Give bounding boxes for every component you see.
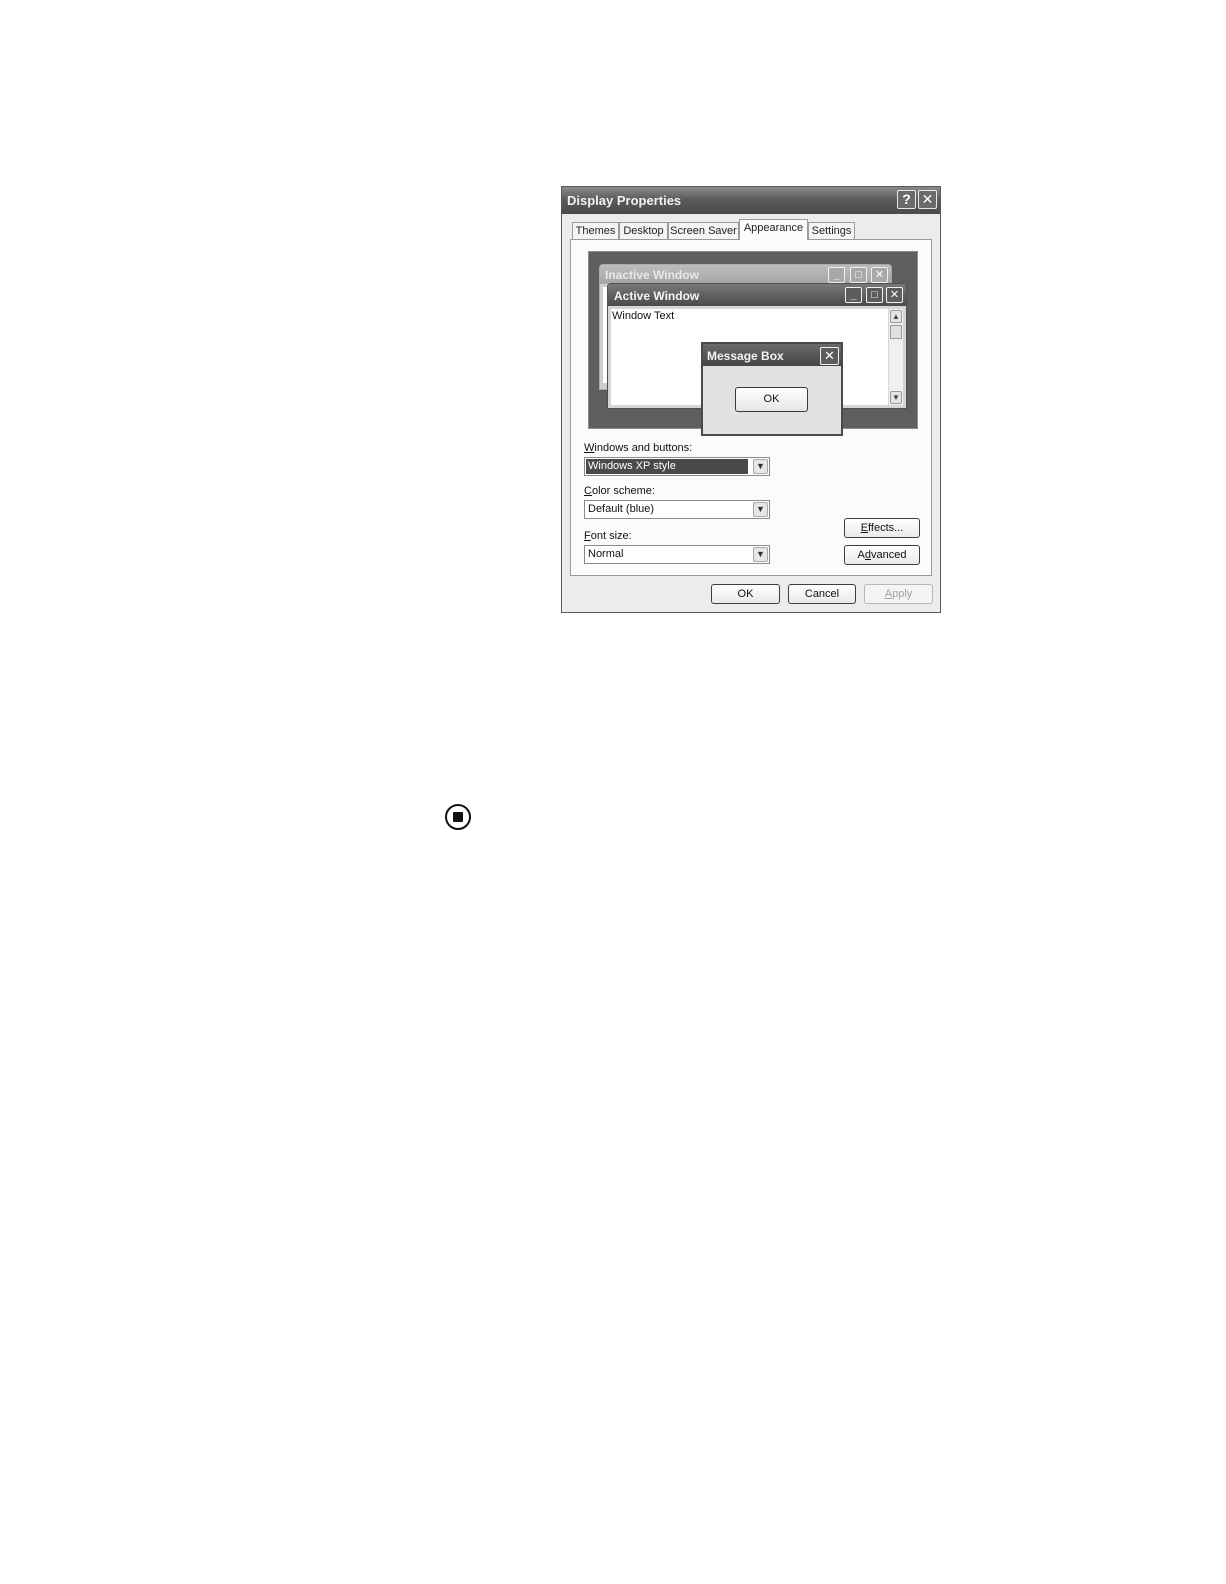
inactive-window-title: Inactive Window: [605, 268, 699, 282]
inactive-titlebar: Inactive Window _ □ ✕: [600, 265, 891, 284]
dialog-titlebar[interactable]: Display Properties ? ✕: [562, 187, 940, 214]
tab-appearance[interactable]: Appearance: [739, 219, 808, 240]
scroll-down-icon: ▼: [890, 391, 902, 404]
apply-button[interactable]: Apply: [864, 584, 933, 604]
message-box-preview: Message Box ✕ OK: [701, 342, 843, 436]
font-size-value: Normal: [588, 548, 624, 560]
minimize-icon: _: [828, 267, 845, 283]
scroll-up-icon: ▲: [890, 310, 902, 323]
dialog-title: Display Properties: [567, 193, 682, 208]
active-window-title: Active Window: [614, 289, 700, 303]
active-window-preview: Active Window _ □ ✕ Window Text ▲ ▼ Mess…: [607, 283, 907, 436]
font-size-select[interactable]: Normal ▼: [584, 545, 770, 564]
close-icon: ✕: [820, 347, 839, 365]
color-scheme-label: Color scheme:: [584, 485, 655, 497]
message-box-ok-button: OK: [735, 387, 808, 412]
help-icon[interactable]: ?: [897, 190, 916, 209]
chevron-down-icon[interactable]: ▼: [753, 459, 768, 474]
chevron-down-icon[interactable]: ▼: [753, 547, 768, 562]
message-box-titlebar: Message Box ✕: [703, 344, 841, 366]
windows-and-buttons-select[interactable]: Windows XP style ▼: [584, 457, 770, 476]
tab-desktop[interactable]: Desktop: [619, 222, 668, 239]
tab-screen-saver[interactable]: Screen Saver: [668, 222, 739, 239]
scroll-thumb: [890, 325, 902, 339]
maximize-icon: □: [850, 267, 867, 283]
tab-themes[interactable]: Themes: [572, 222, 619, 239]
advanced-button[interactable]: Advanced: [844, 545, 920, 565]
color-scheme-select[interactable]: Default (blue) ▼: [584, 500, 770, 519]
window-text-sample: Window Text: [612, 310, 675, 322]
appearance-preview: Inactive Window _ □ ✕ Active Window _ □ …: [588, 251, 918, 436]
ok-button[interactable]: OK: [711, 584, 780, 604]
color-scheme-value: Default (blue): [588, 503, 655, 515]
stop-icon: [445, 804, 471, 830]
appearance-panel: Inactive Window _ □ ✕ Active Window _ □ …: [570, 239, 932, 576]
preview-scrollbar: ▲ ▼: [888, 309, 903, 405]
font-size-label: Font size:: [584, 530, 632, 542]
windows-and-buttons-label: Windows and buttons:: [584, 442, 693, 454]
minimize-icon: _: [845, 287, 862, 303]
message-box-title: Message Box: [707, 349, 784, 363]
display-properties-dialog: Display Properties ? ✕ Themes Desktop Sc…: [561, 186, 941, 613]
maximize-icon: □: [866, 287, 883, 303]
effects-button[interactable]: Effects...: [844, 518, 920, 538]
close-icon: ✕: [886, 287, 903, 303]
windows-and-buttons-value: Windows XP style: [586, 459, 748, 474]
close-icon[interactable]: ✕: [918, 190, 937, 209]
cancel-button[interactable]: Cancel: [788, 584, 856, 604]
active-titlebar: Active Window _ □ ✕: [608, 284, 906, 306]
close-icon: ✕: [871, 267, 888, 283]
chevron-down-icon[interactable]: ▼: [753, 502, 768, 517]
tab-settings[interactable]: Settings: [808, 222, 855, 239]
